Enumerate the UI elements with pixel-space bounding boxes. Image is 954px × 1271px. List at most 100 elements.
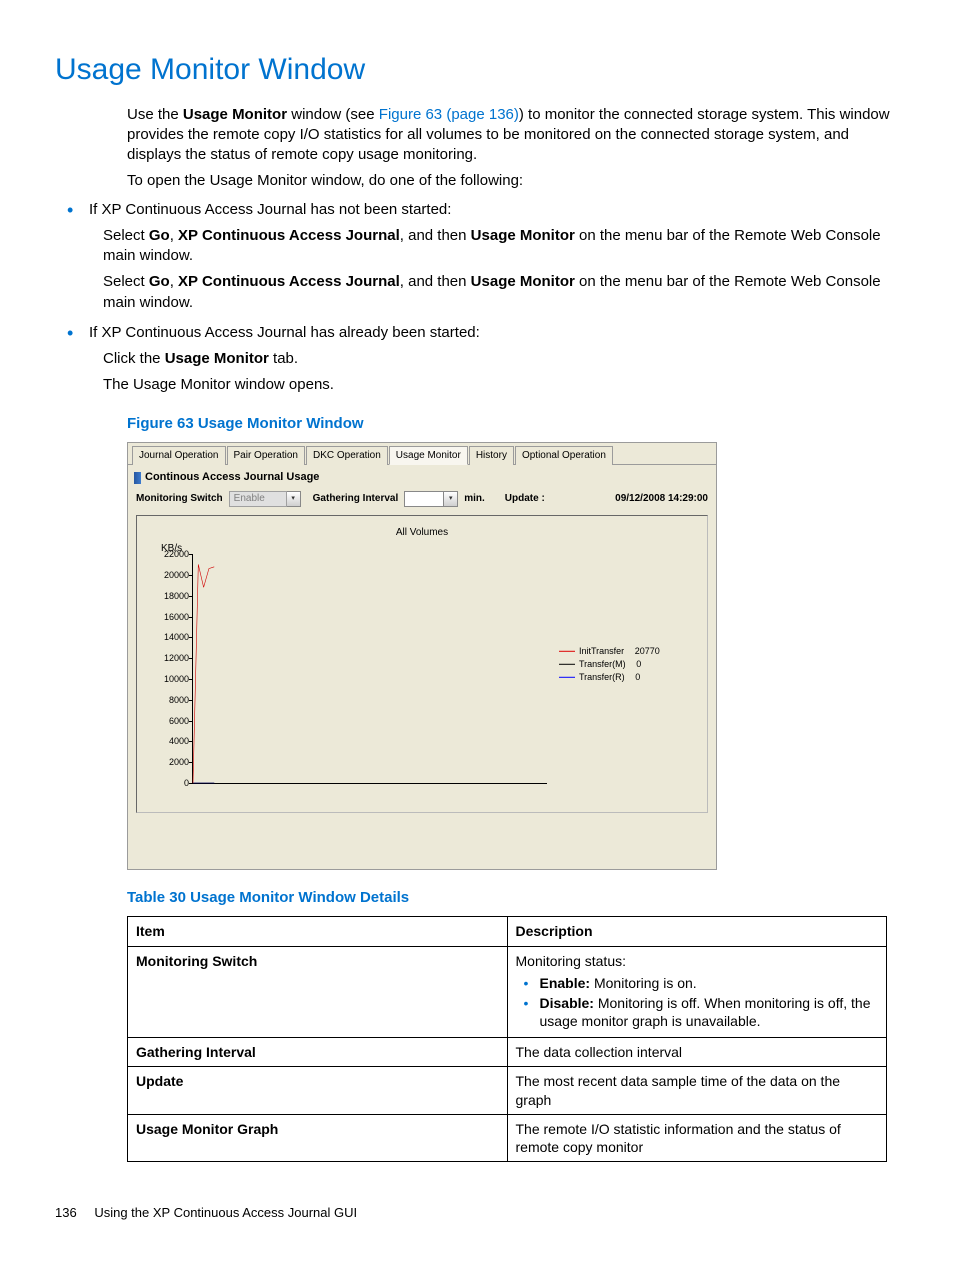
text: Select [103,227,149,244]
chart-plot: 0200040006000800010000120001400016000180… [192,554,547,784]
y-tick-label: 14000 [149,631,189,643]
text: , [170,273,178,290]
y-tick-label: 0 [149,777,189,789]
list-item: Disable: Monitoring is off. When monitor… [534,994,879,1030]
table-caption: Table 30 Usage Monitor Window Details [127,888,904,908]
update-label: Update : [505,492,545,506]
screenshot: Journal Operation Pair Operation DKC Ope… [127,442,717,870]
figure-caption: Figure 63 Usage Monitor Window [127,414,904,434]
table-row: Update The most recent data sample time … [128,1067,887,1114]
chart-inner-title: All Volumes [137,526,707,540]
text: If XP Continuous Access Journal has alre… [89,324,480,341]
text: Use the [127,106,183,123]
table-row: Usage Monitor Graph The remote I/O stati… [128,1114,887,1161]
legend-name: Transfer(R) [579,671,625,683]
y-tick-label: 10000 [149,673,189,685]
y-tick-label: 22000 [149,548,189,560]
list-item: If XP Continuous Access Journal has alre… [75,323,904,396]
y-tick-label: 12000 [149,652,189,664]
cell-item: Gathering Interval [136,1044,256,1060]
text: If XP Continuous Access Journal has not … [89,201,451,218]
legend-swatch-icon [559,677,575,678]
text-bold: Enable: [540,975,591,991]
text: , and then [400,227,471,244]
table-row: Gathering Interval The data collection i… [128,1038,887,1067]
list-item: Enable: Monitoring is on. [534,974,879,992]
page-number: 136 [55,1205,77,1220]
text-bold: Usage Monitor [471,273,575,290]
gathering-interval-input[interactable] [404,491,444,507]
legend-name: Transfer(M) [579,658,626,670]
chevron-down-icon[interactable]: ▾ [444,491,458,507]
chevron-down-icon[interactable]: ▾ [287,491,301,507]
y-tick-label: 6000 [149,715,189,727]
cell-item: Monitoring Switch [136,953,257,969]
legend-name: InitTransfer [579,645,624,657]
page-footer: 136 Using the XP Continuous Access Journ… [55,1204,904,1222]
tab-history[interactable]: History [469,446,514,466]
text: Select [103,273,149,290]
list-item: If XP Continuous Access Journal has not … [75,200,904,313]
y-tick-label: 2000 [149,756,189,768]
table-row: Monitoring Switch Monitoring status: Ena… [128,946,887,1038]
gathering-interval-unit: min. [464,492,485,506]
controls-row: Monitoring Switch Enable ▾ Gathering Int… [128,489,716,513]
bullet-list: If XP Continuous Access Journal has not … [55,200,904,396]
tab-dkc-operation[interactable]: DKC Operation [306,446,388,466]
tab-journal-operation[interactable]: Journal Operation [132,446,226,466]
update-value: 09/12/2008 14:29:00 [615,492,708,506]
legend-value: 20770 [635,645,660,657]
footer-chapter: Using the XP Continuous Access Journal G… [94,1205,357,1220]
y-tick-label: 4000 [149,735,189,747]
usage-monitor-chart: All Volumes KB/s 02000400060008000100001… [136,515,708,813]
cell-item: Usage Monitor Graph [136,1121,278,1137]
text: , and then [400,273,471,290]
text-bold: XP Continuous Access Journal [178,273,400,290]
text: To open the Usage Monitor window, do one… [127,171,904,191]
details-table: Item Description Monitoring Switch Monit… [127,916,887,1162]
page-title: Usage Monitor Window [55,50,904,91]
text-bold: Continous Access Journal Usage [145,470,319,485]
legend-swatch-icon [559,650,575,651]
text: tab. [269,350,298,367]
table-header-description: Description [507,917,887,946]
legend-item: Transfer(M) 0 [559,658,699,670]
legend-item: Transfer(R) 0 [559,671,699,683]
text-bold: Usage Monitor [183,106,287,123]
y-tick-label: 16000 [149,610,189,622]
legend-value: 0 [635,671,640,683]
monitoring-switch-select[interactable]: Enable [229,491,287,507]
screenshot-title: Continous Access Journal Usage [128,465,716,489]
tab-optional-operation[interactable]: Optional Operation [515,446,613,466]
text-bold: Go [149,273,170,290]
chart-legend: InitTransfer 20770 Transfer(M) 0 Transfe… [559,644,699,684]
text: Click the [103,350,165,367]
y-tick-label: 18000 [149,590,189,602]
text-bold: Go [149,227,170,244]
text: window (see [287,106,379,123]
text-bold: XP Continuous Access Journal [178,227,400,244]
cell-desc: The data collection interval [507,1038,887,1067]
legend-swatch-icon [559,664,575,665]
legend-item: InitTransfer 20770 [559,645,699,657]
gathering-interval-label: Gathering Interval [313,492,399,506]
tab-pair-operation[interactable]: Pair Operation [227,446,305,466]
text-bold: Usage Monitor [165,350,269,367]
text: Monitoring is on. [590,975,697,991]
figure-link[interactable]: Figure 63 (page 136) [379,106,519,123]
monitoring-switch-label: Monitoring Switch [136,492,223,506]
y-tick-label: 20000 [149,569,189,581]
cell-desc-lead: Monitoring status: [516,953,627,969]
tab-usage-monitor[interactable]: Usage Monitor [389,446,468,466]
cell-item: Update [136,1073,183,1089]
intro-block: Use the Usage Monitor window (see Figure… [127,105,904,192]
chart-svg [193,554,547,783]
text: , [170,227,178,244]
legend-value: 0 [636,658,641,670]
cell-desc: The most recent data sample time of the … [507,1067,887,1114]
text-bold: Usage Monitor [471,227,575,244]
title-decoration-icon [134,472,141,484]
y-tick-label: 8000 [149,694,189,706]
cell-desc: The remote I/O statistic information and… [507,1114,887,1161]
text: The Usage Monitor window opens. [103,375,904,395]
